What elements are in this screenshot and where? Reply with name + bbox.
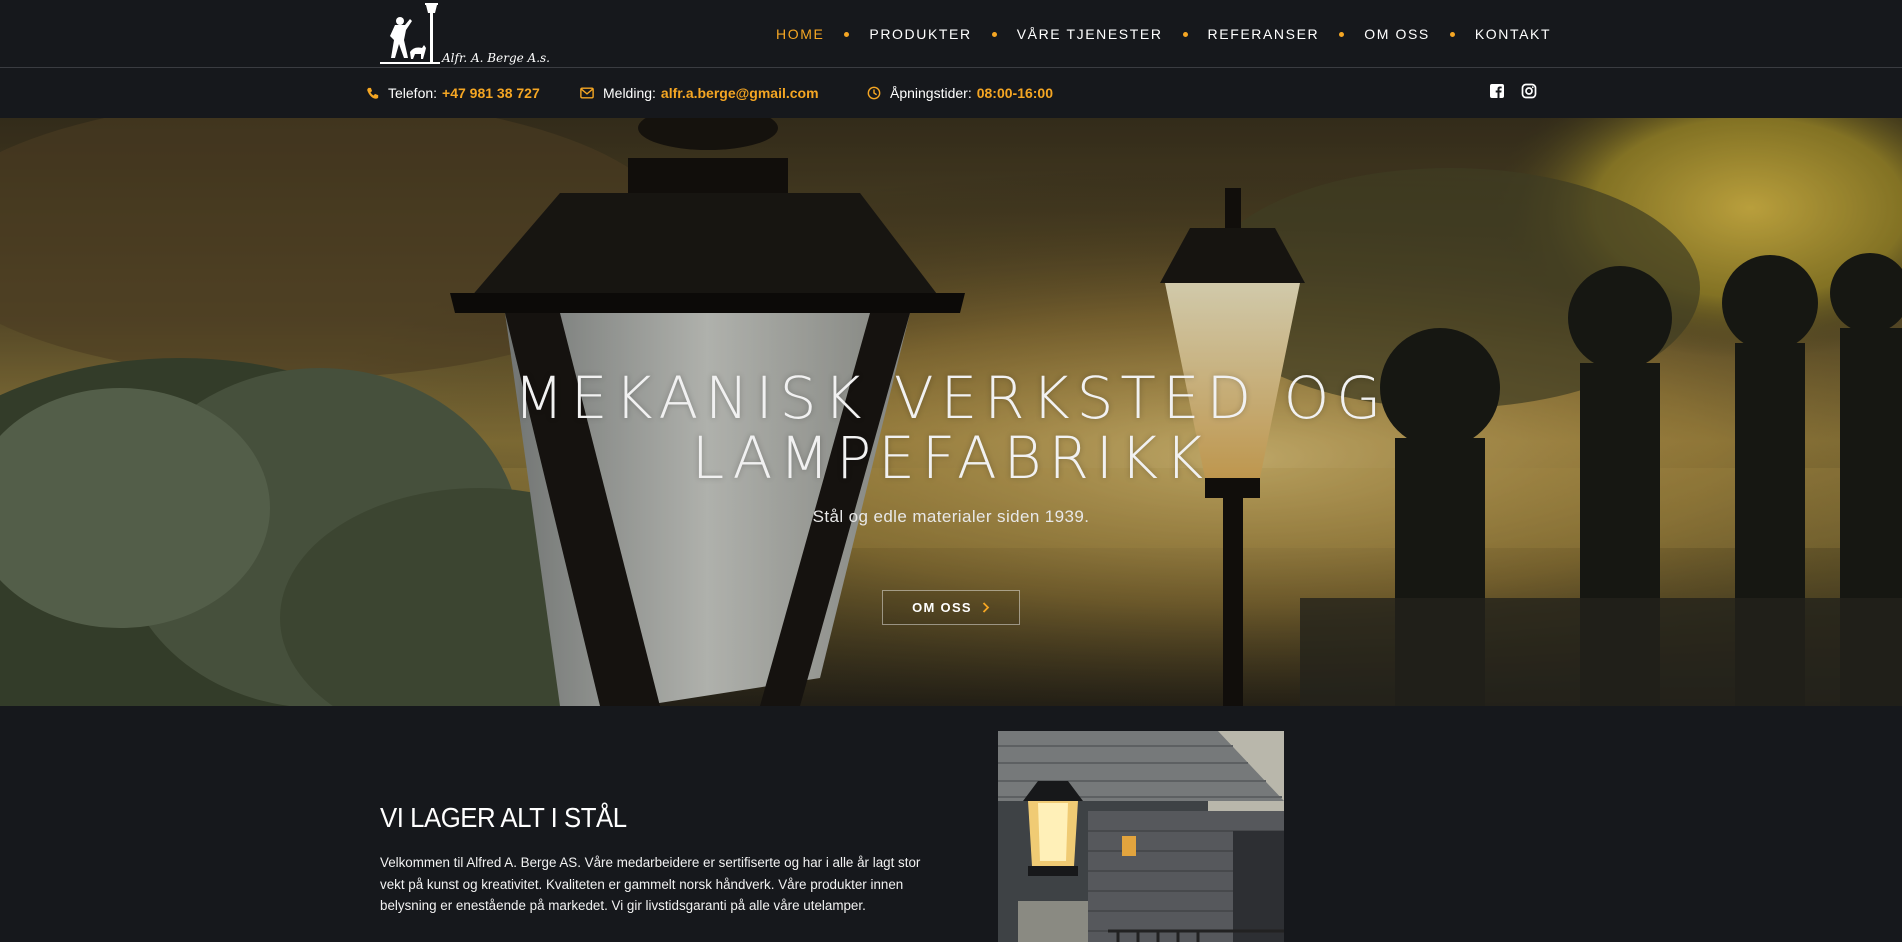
- nav-kontakt[interactable]: KONTAKT: [1475, 26, 1551, 42]
- hero-banner: MEKANISK VERKSTED OG LAMPEFABRIKK Stål o…: [0, 118, 1902, 706]
- email-label: Melding:: [603, 85, 656, 101]
- phone-number[interactable]: +47 981 38 727: [442, 85, 540, 101]
- hero-title-line-2: LAMPEFABRIKK: [691, 424, 1211, 492]
- nav-separator: [1339, 31, 1345, 37]
- hero-title: MEKANISK VERKSTED OG LAMPEFABRIKK: [0, 368, 1902, 488]
- nav-om-oss[interactable]: OM OSS: [1364, 26, 1430, 42]
- nav-separator: [844, 31, 850, 37]
- contact-info-bar: Telefon: +47 981 38 727 Melding: alfr.a.…: [0, 68, 1902, 118]
- facebook-icon[interactable]: [1489, 83, 1505, 99]
- hero-title-line-1: MEKANISK VERKSTED OG: [513, 364, 1389, 432]
- outdoor-lamp-photo: [998, 731, 1284, 942]
- intro-heading: VI LAGER ALT I STÅL: [380, 802, 627, 833]
- hero-subtitle: Stål og edle materialer siden 1939.: [812, 507, 1090, 526]
- om-oss-button[interactable]: OM OSS: [882, 590, 1020, 625]
- om-oss-button-label: OM OSS: [912, 600, 972, 615]
- envelope-icon: [580, 87, 594, 99]
- instagram-icon[interactable]: [1521, 83, 1537, 99]
- chevron-right-icon: [982, 602, 990, 613]
- nav-referanser[interactable]: REFERANSER: [1208, 26, 1320, 42]
- main-menu: HOME PRODUKTER VÅRE TJENESTER REFERANSER…: [776, 0, 1551, 68]
- nav-separator: [1182, 31, 1188, 37]
- nav-vare-tjenester[interactable]: VÅRE TJENESTER: [1017, 26, 1163, 42]
- logo-text: Alfr. A. Berge A.s.: [441, 51, 550, 65]
- intro-text: Velkommen til Alfred A. Berge AS. Våre m…: [380, 855, 921, 913]
- top-navigation-bar: Alfr. A. Berge A.s. HOME PRODUKTER VÅRE …: [0, 0, 1902, 68]
- phone-icon: [367, 87, 379, 99]
- nav-produkter[interactable]: PRODUKTER: [869, 26, 971, 42]
- phone-info: Telefon: +47 981 38 727: [366, 68, 540, 118]
- opening-hours: 08:00-16:00: [976, 85, 1053, 101]
- hours-info: Åpningstider: 08:00-16:00: [867, 68, 1053, 118]
- email-address[interactable]: alfr.a.berge@gmail.com: [661, 85, 819, 101]
- hours-label: Åpningstider:: [890, 85, 972, 101]
- clock-icon: [867, 86, 881, 100]
- company-logo[interactable]: Alfr. A. Berge A.s.: [380, 2, 555, 66]
- nav-separator: [991, 31, 997, 37]
- social-links: [1489, 83, 1537, 99]
- nav-home[interactable]: HOME: [776, 26, 824, 42]
- nav-separator: [1449, 31, 1455, 37]
- phone-label: Telefon:: [388, 85, 438, 101]
- email-info: Melding: alfr.a.berge@gmail.com: [580, 68, 819, 118]
- intro-section: VI LAGER ALT I STÅL Velkommen til Alfred…: [0, 706, 1902, 942]
